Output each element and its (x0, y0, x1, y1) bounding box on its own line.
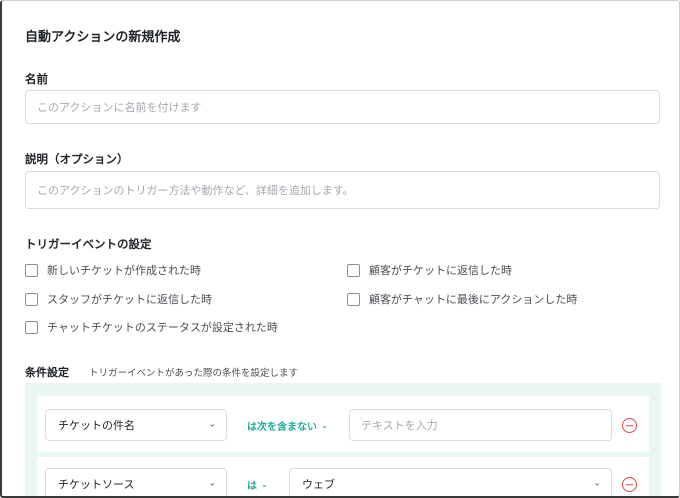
trigger-option-customer-last-chat[interactable]: 顧客がチャットに最後にアクションした時 (347, 291, 577, 307)
conditions-label: 条件設定 (25, 366, 69, 379)
trigger-option-label: チャットチケットのステータスが設定された時 (47, 321, 278, 334)
condition-value-select[interactable]: ウェブ ⌄ (289, 468, 612, 496)
chevron-down-icon: ⌄ (321, 421, 328, 430)
trigger-option-new-ticket[interactable]: 新しいチケットが作成された時 (25, 262, 201, 278)
condition-value-placeholder: テキストを入力 (361, 419, 438, 432)
trigger-option-label: 新しいチケットが作成された時 (47, 264, 201, 277)
description-textarea[interactable]: このアクションのトリガー方法や動作など、詳細を追加します。 (25, 171, 660, 209)
name-input[interactable]: このアクションに名前を付けます (25, 90, 660, 124)
trigger-option-label: 顧客がチャットに最後にアクションした時 (369, 293, 578, 306)
checkbox[interactable] (25, 320, 38, 334)
condition-operator-dropdown[interactable]: は次を含まない ⌄ (247, 418, 328, 433)
condition-field-value: チケットの件名 (58, 419, 135, 432)
condition-operator-label: は次を含まない (247, 422, 317, 433)
checkbox[interactable] (347, 292, 360, 306)
description-placeholder: このアクションのトリガー方法や動作など、詳細を追加します。 (37, 184, 354, 197)
condition-field-value: チケットソース (58, 478, 135, 491)
conditions-hint: トリガーイベントがあった際の条件を設定します (89, 368, 299, 379)
trigger-option-label: スタッフがチケットに返信した時 (47, 293, 212, 306)
condition-value-input[interactable]: テキストを入力 (349, 409, 612, 441)
trigger-option-label: 顧客がチケットに返信した時 (369, 264, 512, 277)
condition-value: ウェブ (302, 478, 335, 491)
remove-condition-icon[interactable] (622, 418, 637, 433)
name-input-placeholder: このアクションに名前を付けます (37, 101, 202, 114)
dialog-title: 自動アクションの新規作成 (25, 30, 181, 45)
chevron-down-icon: ⌄ (261, 480, 268, 489)
trigger-label: トリガーイベントの設定 (25, 237, 152, 251)
checkbox[interactable] (25, 263, 38, 277)
dialog: 自動アクションの新規作成 名前 このアクションに名前を付けます 説明（オプション… (0, 0, 680, 498)
condition-field-select[interactable]: チケットの件名 ⌄ (45, 409, 227, 441)
trigger-option-customer-reply[interactable]: 顧客がチケットに返信した時 (347, 262, 512, 278)
condition-row: チケットソース ⌄ は ⌄ ウェブ ⌄ (37, 457, 649, 496)
condition-row: チケットの件名 ⌄ は次を含まない ⌄ テキストを入力 (37, 396, 649, 452)
chevron-down-icon: ⌄ (593, 478, 601, 489)
chevron-down-icon: ⌄ (208, 478, 216, 489)
condition-operator-label: は (247, 481, 257, 492)
checkbox[interactable] (25, 292, 38, 306)
conditions-panel: チケットの件名 ⌄ は次を含まない ⌄ テキストを入力 チケットソース ⌄ は … (25, 383, 661, 496)
remove-condition-icon[interactable] (622, 477, 637, 492)
name-label: 名前 (25, 72, 48, 86)
checkbox[interactable] (347, 263, 360, 277)
trigger-option-chat-status[interactable]: チャットチケットのステータスが設定された時 (25, 319, 278, 335)
trigger-option-staff-reply[interactable]: スタッフがチケットに返信した時 (25, 291, 212, 307)
condition-field-select[interactable]: チケットソース ⌄ (45, 468, 227, 496)
chevron-down-icon: ⌄ (208, 419, 216, 430)
description-label: 説明（オプション） (25, 152, 129, 166)
condition-operator-dropdown[interactable]: は ⌄ (247, 477, 268, 492)
